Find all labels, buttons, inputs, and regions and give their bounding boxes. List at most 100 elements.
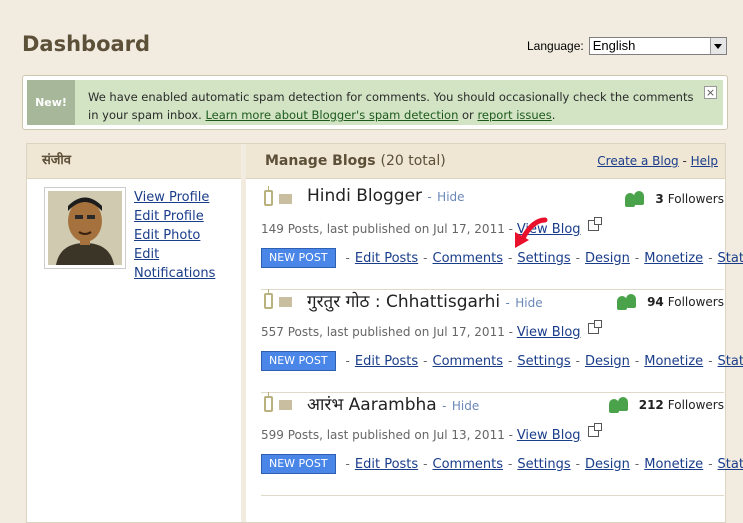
create-blog-link[interactable]: Create a Blog [597, 154, 678, 168]
chevron-down-icon[interactable] [709, 38, 726, 54]
blog-meta-text: 599 Posts, last published on Jul 13, 201… [261, 428, 513, 442]
dashboard-panel: संजीव View Profile Edit Profile Edit Pho… [26, 143, 743, 523]
separator: - [575, 251, 580, 265]
mobile-icon[interactable] [264, 392, 273, 412]
separator: - [423, 354, 428, 368]
separator: - [423, 251, 428, 265]
avatar-photo [48, 191, 122, 265]
followers-label: Followers [667, 192, 724, 206]
edit-photo-link[interactable]: Edit Photo [134, 226, 241, 245]
blog-title[interactable]: आरंभ Aarambha [307, 395, 437, 415]
view-blog-link[interactable]: View Blog [517, 428, 581, 443]
language-value: English [592, 38, 636, 53]
blog-actions: NEW POST - Edit Posts - Comments - Setti… [261, 454, 743, 474]
help-link[interactable]: Help [691, 154, 718, 168]
design-link[interactable]: Design [585, 354, 630, 369]
design-link[interactable]: Design [585, 251, 630, 266]
learn-more-link[interactable]: Learn more about Blogger's spam detectio… [205, 108, 458, 122]
view-profile-link[interactable]: View Profile [134, 188, 241, 207]
new-post-button[interactable]: NEW POST [261, 351, 336, 371]
manage-blogs-label: Manage Blogs [265, 153, 376, 169]
comments-link[interactable]: Comments [433, 457, 503, 472]
blog-title[interactable]: गुरतुर गोठ : Chhattisgarhi [307, 292, 500, 312]
page-title: Dashboard [22, 32, 151, 56]
mobile-icon[interactable] [264, 186, 273, 206]
monetize-link[interactable]: Monetize [644, 354, 703, 369]
manage-blogs-column: Manage Blogs (20 total) Create a Blog - … [246, 144, 743, 522]
blog-actions: NEW POST - Edit Posts - Comments - Setti… [261, 351, 743, 371]
blog-meta: 599 Posts, last published on Jul 13, 201… [261, 423, 603, 443]
new-post-button[interactable]: NEW POST [261, 248, 336, 268]
blog-meta-text: 149 Posts, last published on Jul 17, 201… [261, 222, 513, 236]
notice-body: New! We have enabled automatic spam dete… [27, 80, 723, 125]
hide-separator: - [442, 399, 447, 413]
report-issues-link[interactable]: report issues [477, 108, 551, 122]
blog-icons [264, 289, 292, 309]
new-post-button[interactable]: NEW POST [261, 454, 336, 474]
mail-icon[interactable] [279, 194, 292, 204]
red-arrow-annotation-icon [515, 217, 548, 248]
separator: - [634, 354, 640, 368]
monetize-link[interactable]: Monetize [644, 251, 703, 266]
blog-meta-text: 557 Posts, last published on Jul 17, 201… [261, 325, 513, 339]
language-selector: Language: English [527, 37, 727, 55]
followers-icon [617, 294, 641, 310]
mail-icon[interactable] [279, 400, 292, 410]
design-link[interactable]: Design [585, 457, 630, 472]
hide-separator: - [505, 296, 510, 310]
header-link-separator: - [678, 154, 691, 168]
separator: - [423, 457, 428, 471]
blog-title[interactable]: Hindi Blogger [307, 186, 422, 206]
avatar-portrait-icon [48, 191, 122, 265]
settings-link[interactable]: Settings [517, 457, 570, 472]
separator: - [708, 457, 713, 471]
followers-icon [625, 191, 649, 207]
blog-item: आरंभ Aarambha - Hide 212 Followers 599 P… [261, 392, 743, 496]
comments-link[interactable]: Comments [433, 354, 503, 369]
stats-link[interactable]: Stats [718, 251, 743, 266]
view-blog-link[interactable]: View Blog [517, 325, 581, 340]
external-link-icon[interactable] [588, 423, 603, 437]
notice-or: or [462, 108, 474, 122]
hide-link[interactable]: Hide [515, 296, 542, 310]
blog-icons [264, 392, 292, 412]
notice-period: . [551, 108, 556, 122]
stats-link[interactable]: Stats [718, 457, 743, 472]
external-link-icon[interactable] [588, 217, 603, 231]
settings-link[interactable]: Settings [517, 354, 570, 369]
language-select[interactable]: English [588, 37, 727, 55]
edit-posts-link[interactable]: Edit Posts [355, 457, 418, 472]
language-label: Language: [527, 39, 584, 53]
avatar[interactable] [44, 187, 126, 269]
stats-link[interactable]: Stats [718, 354, 743, 369]
edit-posts-link[interactable]: Edit Posts [355, 251, 418, 266]
manage-blogs-title: Manage Blogs (20 total) [265, 153, 446, 169]
separator: - [507, 354, 513, 368]
separator: - [507, 457, 513, 471]
separator: - [708, 251, 713, 265]
close-icon[interactable]: × [704, 86, 717, 99]
followers-icon [608, 397, 633, 413]
new-badge: New! [27, 80, 75, 125]
mobile-icon[interactable] [264, 289, 273, 309]
followers-label: Followers [667, 295, 724, 309]
followers: 212 Followers [608, 397, 724, 413]
hide-link[interactable]: Hide [437, 190, 464, 204]
profile-links: View Profile Edit Profile Edit Photo Edi… [134, 188, 241, 283]
edit-posts-link[interactable]: Edit Posts [355, 354, 418, 369]
separator: - [634, 457, 640, 471]
separator: - [345, 354, 350, 368]
followers: 94 Followers [617, 294, 724, 310]
blog-icons [264, 186, 292, 206]
followers-label: Followers [667, 398, 724, 412]
separator: - [345, 251, 350, 265]
followers-count: 3 [655, 192, 664, 206]
hide-link[interactable]: Hide [452, 399, 479, 413]
external-link-icon[interactable] [588, 320, 603, 334]
monetize-link[interactable]: Monetize [644, 457, 703, 472]
mail-icon[interactable] [279, 297, 292, 307]
separator: - [575, 457, 580, 471]
edit-notifications-link[interactable]: Edit Notifications [134, 245, 241, 283]
edit-profile-link[interactable]: Edit Profile [134, 207, 241, 226]
blog-count: (20 total) [380, 153, 446, 169]
